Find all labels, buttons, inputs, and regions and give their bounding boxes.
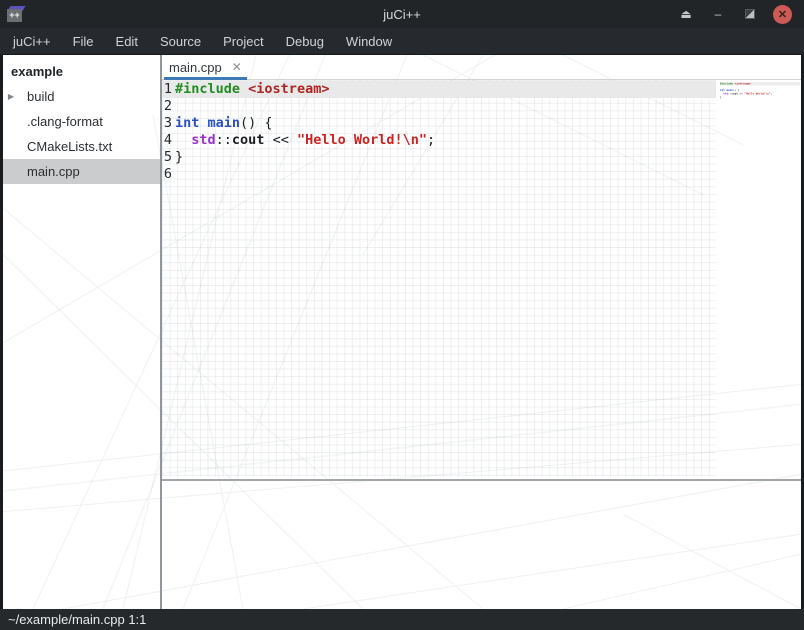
code-token: ;: [427, 132, 435, 148]
code-token: main: [208, 115, 241, 131]
tab-close-icon[interactable]: ✕: [232, 60, 242, 74]
tree-items: ▶build .clang-format CMakeLists.txt main.cp…: [3, 84, 160, 184]
line-number: 2: [162, 98, 172, 115]
maximize-restore-icon: [745, 9, 755, 19]
code-line-6: 6: [162, 166, 716, 183]
code-token: "Hello World!\n": [297, 132, 427, 148]
code-token: int: [175, 115, 199, 131]
code-token: ::: [216, 132, 232, 148]
code-line-6: [720, 99, 800, 102]
tree-item-label: main.cpp: [19, 164, 80, 179]
main-content: example ▶build .clang-format CMakeLists.tx…: [0, 55, 804, 609]
menu-item-debug[interactable]: Debug: [275, 28, 335, 54]
code-lines: 1#include <iostream>23int main() {4 std:…: [162, 80, 716, 183]
menu-item-source[interactable]: Source: [149, 28, 212, 54]
line-number: 3: [162, 115, 172, 132]
tab-label: main.cpp: [169, 60, 222, 75]
app-logo-icon: ++: [7, 5, 27, 23]
code-line-3: 3int main() {: [162, 115, 716, 132]
terminal-panel[interactable]: [162, 481, 801, 609]
file-tree-sidebar: example ▶build .clang-format CMakeLists.tx…: [3, 55, 162, 609]
tree-item-main-cpp[interactable]: main.cpp: [3, 159, 160, 184]
line-number: 4: [162, 132, 172, 149]
editor-column: main.cpp ✕ 1#include <iostream>23int mai…: [162, 55, 801, 609]
minimap[interactable]: #include <iostream>int main() { std::cou…: [720, 82, 800, 475]
minimize-button[interactable]: –: [709, 5, 727, 23]
code-editor[interactable]: 1#include <iostream>23int main() {4 std:…: [162, 80, 801, 479]
tree-item-cmakelists-txt[interactable]: CMakeLists.txt: [3, 134, 160, 159]
tree-root-folder[interactable]: example: [3, 59, 160, 84]
status-bar: ~/example/main.cpp 1:1: [0, 609, 804, 630]
shade-window-button[interactable]: ⏏: [677, 5, 695, 23]
code-token: "Hello World!\n": [744, 92, 770, 95]
code-token: #include: [720, 82, 733, 85]
code-line-4: 4 std::cout << "Hello World!\n";: [162, 132, 716, 149]
code-line-5: 5}: [162, 149, 716, 166]
menu-item-project[interactable]: Project: [212, 28, 274, 54]
menu-item-file[interactable]: File: [62, 28, 105, 54]
maximize-restore-button[interactable]: [741, 5, 759, 23]
code-token: ;: [770, 92, 772, 95]
menu-item-edit[interactable]: Edit: [105, 28, 149, 54]
tree-item-build[interactable]: ▶build: [3, 84, 160, 109]
window-controls: ⏏ – ✕: [677, 5, 804, 24]
close-button[interactable]: ✕: [773, 5, 792, 24]
line-number: 6: [162, 166, 172, 183]
line-number: 1: [162, 81, 172, 98]
tab-bar: main.cpp ✕: [162, 55, 801, 80]
app-logo-face: ++: [7, 9, 22, 22]
tree-item--clang-format[interactable]: .clang-format: [3, 109, 160, 134]
code-token: #include: [175, 81, 240, 97]
code-token: cout: [232, 132, 265, 148]
minimap-content: #include <iostream>int main() { std::cou…: [720, 82, 800, 102]
app-window: ++ juCi++ ⏏ – ✕ juCi++FileEditSourceProj…: [0, 0, 804, 630]
code-token: }: [175, 149, 183, 165]
status-file-position: ~/example/main.cpp 1:1: [8, 612, 146, 627]
code-token: }: [720, 96, 722, 99]
menu-bar: juCi++FileEditSourceProjectDebugWindow: [0, 28, 804, 55]
title-bar: ++ juCi++ ⏏ – ✕: [0, 0, 804, 28]
code-token: [199, 115, 207, 131]
tree-item-label: CMakeLists.txt: [19, 139, 112, 154]
code-line-2: 2: [162, 98, 716, 115]
tree-item-label: build: [19, 89, 54, 104]
code-token: std: [191, 132, 215, 148]
code-token: <iostream>: [735, 82, 751, 85]
tree-item-label: .clang-format: [19, 114, 103, 129]
line-number: 5: [162, 149, 172, 166]
code-line-1: 1#include <iostream>: [162, 81, 716, 98]
code-token: <<: [264, 132, 297, 148]
tab-main-cpp[interactable]: main.cpp ✕: [162, 55, 250, 79]
menu-item-juci-[interactable]: juCi++: [2, 28, 62, 54]
code-token: () {: [240, 115, 273, 131]
code-token: [175, 132, 191, 148]
code-token: <iostream>: [248, 81, 329, 97]
menu-item-window[interactable]: Window: [335, 28, 403, 54]
code-token: [240, 81, 248, 97]
expander-arrow-icon[interactable]: ▶: [3, 92, 19, 101]
